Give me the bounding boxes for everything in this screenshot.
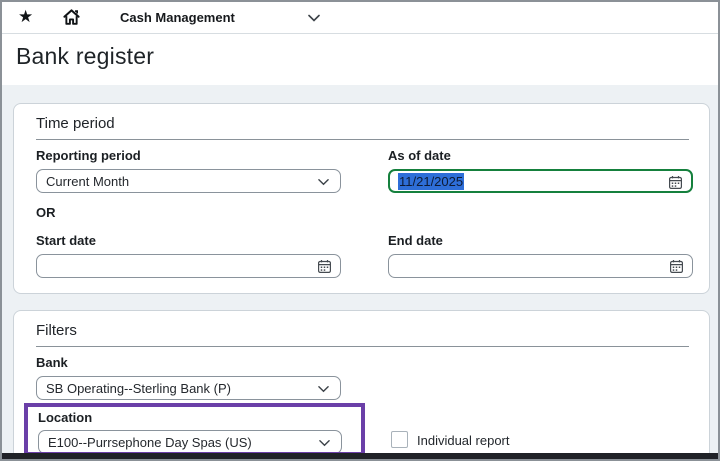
as-of-date-input[interactable]: 11/21/2025 xyxy=(388,169,693,193)
time-period-section: Time period Reporting period Current Mon… xyxy=(13,103,710,294)
favorite-star-icon[interactable]: ★ xyxy=(18,7,33,27)
chevron-down-icon xyxy=(318,385,329,393)
topbar-divider xyxy=(2,33,718,34)
start-date-label: Start date xyxy=(36,233,96,248)
location-label: Location xyxy=(38,410,92,425)
individual-report-label: Individual report xyxy=(417,433,510,448)
chevron-down-icon[interactable] xyxy=(308,13,320,23)
page-title: Bank register xyxy=(16,43,154,70)
calendar-icon[interactable] xyxy=(317,259,332,274)
bank-label: Bank xyxy=(36,355,68,370)
calendar-icon[interactable] xyxy=(669,259,684,274)
location-value: E100--Purrsephone Day Spas (US) xyxy=(48,435,252,450)
bank-select[interactable]: SB Operating--Sterling Bank (P) xyxy=(36,376,341,400)
bank-value: SB Operating--Sterling Bank (P) xyxy=(46,381,231,396)
bottom-edge-strip xyxy=(2,453,718,459)
or-label: OR xyxy=(36,205,56,220)
top-navigation-bar: ★ Cash Management xyxy=(2,2,718,33)
reporting-period-label: Reporting period xyxy=(36,148,141,163)
location-select[interactable]: E100--Purrsephone Day Spas (US) xyxy=(38,430,342,454)
filters-section-title: Filters xyxy=(36,322,77,339)
reporting-period-select[interactable]: Current Month xyxy=(36,169,341,193)
reporting-period-value: Current Month xyxy=(46,174,129,189)
start-date-input[interactable] xyxy=(36,254,341,278)
time-period-section-title: Time period xyxy=(36,115,115,132)
calendar-icon[interactable] xyxy=(668,175,683,190)
end-date-label: End date xyxy=(388,233,443,248)
section-divider xyxy=(36,139,689,140)
end-date-input[interactable] xyxy=(388,254,693,278)
chevron-down-icon xyxy=(318,178,329,186)
as-of-date-value: 11/21/2025 xyxy=(398,173,464,190)
home-icon[interactable] xyxy=(62,8,81,27)
filters-section: Filters Bank SB Operating--Sterling Bank… xyxy=(13,310,710,461)
section-divider xyxy=(36,346,689,347)
app-window: ★ Cash Management Bank register Time p xyxy=(0,0,720,461)
app-menu-cash-management[interactable]: Cash Management xyxy=(120,10,235,25)
as-of-date-label: As of date xyxy=(388,148,451,163)
chevron-down-icon xyxy=(319,439,330,447)
individual-report-checkbox[interactable] xyxy=(391,431,408,448)
